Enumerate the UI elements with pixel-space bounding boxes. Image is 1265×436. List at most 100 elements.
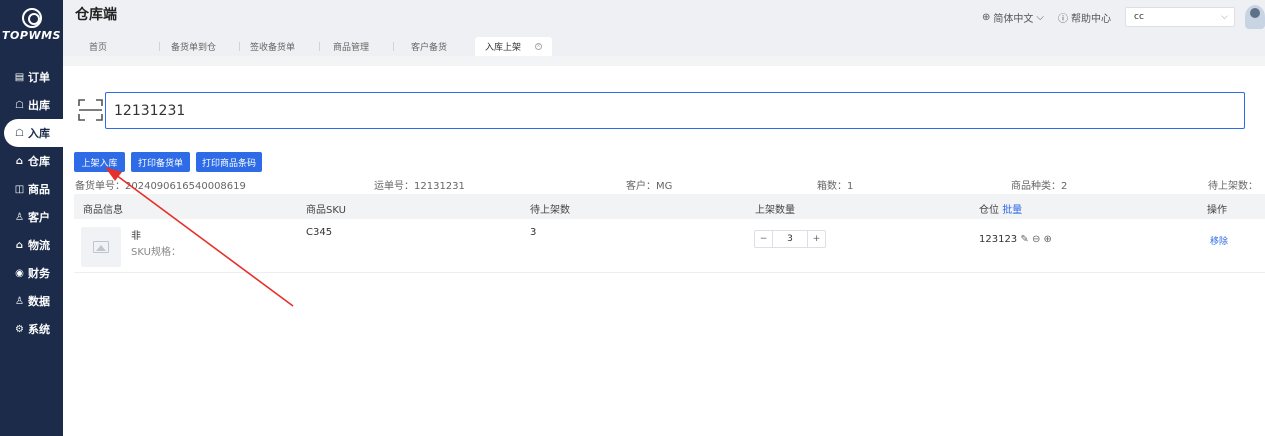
tab-bar: 首页 备货单到仓 签收备货单 商品管理 客户备货 入库上架 ×: [63, 35, 1265, 56]
pending-putaway-count: 待上架数：: [1208, 181, 1258, 192]
sidebar-item-label: 客户: [28, 211, 50, 224]
system-icon: ⚙: [15, 323, 24, 335]
product-icon: ◫: [14, 183, 25, 195]
finance-icon: ◉: [15, 267, 24, 279]
sku-type-count: 商品种类：2: [1011, 181, 1068, 192]
help-center-link[interactable]: ⓘ 帮助中心: [1058, 10, 1111, 25]
language-label: 简体中文: [993, 13, 1034, 25]
user-select-value: cc: [1134, 12, 1144, 22]
chevron-down-icon: ⌵: [1221, 12, 1228, 22]
tab-label: 入库上架: [485, 43, 522, 53]
col-product-info: 商品信息: [83, 205, 123, 216]
sidebar-item-logistics[interactable]: ⌂ 物流: [0, 231, 63, 259]
logo: TOPWMS: [0, 8, 63, 42]
product-image-placeholder: [81, 227, 121, 267]
chevron-down-icon: ⌵: [1036, 11, 1044, 23]
warehouse-icon: ⌂: [15, 155, 24, 167]
tab-divider: [319, 42, 320, 51]
logo-icon: [21, 8, 42, 28]
header-actions: ⊕ 简体中文 ⌵ ⓘ 帮助中心 cc ⌵: [982, 5, 1265, 29]
sidebar-item-label: 数据: [28, 295, 50, 308]
putaway-qty-stepper[interactable]: − 3 +: [754, 230, 826, 248]
tab-label: 客户备货: [411, 43, 448, 53]
tab-customer-stock[interactable]: 客户备货: [401, 37, 457, 56]
top-header: 仓库端 ⊕ 简体中文 ⌵ ⓘ 帮助中心 cc ⌵: [63, 0, 1265, 35]
tab-home[interactable]: 首页: [79, 37, 117, 56]
tab-label: 签收备货单: [250, 43, 296, 53]
tab-label: 商品管理: [333, 43, 370, 53]
sidebar-nav: ▤ 订单 ☖ 出库 ☖ 入库 ⌂ 仓库 ◫ 商品 ♙ 客户 ⌂ 物流 ◉ 财务 ♙ 数据 ⚙ 系统: [0, 63, 63, 343]
tab-inbound-putaway[interactable]: 入库上架 ×: [475, 37, 553, 56]
sidebar-item-data[interactable]: ♙ 数据: [0, 287, 63, 315]
customer-icon: ♙: [15, 211, 24, 223]
sidebar-item-outbound[interactable]: ☖ 出库: [0, 91, 63, 119]
product-sku: C345: [306, 227, 333, 238]
col-pending-qty: 待上架数: [530, 205, 570, 216]
putaway-button[interactable]: 上架入库: [74, 152, 125, 172]
minus-circle-icon[interactable]: ⊖: [1032, 234, 1040, 245]
box-count: 箱数：1: [817, 181, 854, 192]
sidebar-item-order[interactable]: ▤ 订单: [0, 63, 63, 91]
content-divider: [63, 56, 1265, 66]
sidebar-item-customer[interactable]: ♙ 客户: [0, 203, 63, 231]
plus-circle-icon[interactable]: ⊕: [1044, 234, 1052, 245]
language-switcher[interactable]: ⊕ 简体中文 ⌵: [982, 10, 1044, 25]
help-icon: ⓘ: [1058, 13, 1068, 25]
tab-stock-arrival[interactable]: 备货单到仓: [161, 37, 226, 56]
batch-location-link[interactable]: 批量: [1002, 205, 1022, 216]
logistics-icon: ⌂: [15, 239, 24, 251]
image-icon: [93, 241, 109, 253]
sidebar-item-label: 入库: [28, 127, 50, 140]
col-location: 仓位 批量: [979, 201, 1022, 216]
sidebar-item-product[interactable]: ◫ 商品: [0, 175, 63, 203]
avatar[interactable]: [1245, 5, 1265, 29]
edit-icon[interactable]: ✎: [1020, 234, 1028, 245]
order-info-row: 备货单号：2024090616540008619 运单号：12131231 客户…: [75, 177, 1265, 192]
putaway-table: 商品信息 商品SKU 待上架数 上架数量 仓位 批量 操作 非 SKU规格： C…: [74, 194, 1265, 273]
outbound-icon: ☖: [15, 99, 24, 111]
location-value: 123123 ✎ ⊖ ⊕: [979, 234, 1052, 245]
inbound-icon: ☖: [15, 127, 24, 139]
tab-sign-stock[interactable]: 签收备货单: [240, 37, 305, 56]
sidebar: TOPWMS ▤ 订单 ☖ 出库 ☖ 入库 ⌂ 仓库 ◫ 商品 ♙ 客户 ⌂ 物流 ◉ 财务 ♙…: [0, 0, 63, 436]
table-row: 非 SKU规格： C345 3 − 3 + 123123 ✎ ⊖ ⊕ 移除: [74, 219, 1265, 273]
sidebar-item-label: 商品: [28, 183, 50, 196]
sidebar-item-inbound[interactable]: ☖ 入库: [4, 119, 63, 147]
sidebar-item-label: 财务: [28, 267, 50, 280]
globe-icon: ⊕: [982, 11, 991, 23]
data-icon: ♙: [15, 295, 24, 307]
tab-product-management[interactable]: 商品管理: [323, 37, 379, 56]
stock-order-number: 备货单号：2024090616540008619: [75, 181, 246, 192]
sidebar-item-label: 物流: [28, 239, 50, 252]
close-icon[interactable]: ×: [535, 43, 543, 50]
sidebar-item-finance[interactable]: ◉ 财务: [0, 259, 63, 287]
sidebar-item-label: 系统: [28, 323, 50, 336]
tab-divider: [159, 42, 160, 51]
print-barcode-button[interactable]: 打印商品条码: [196, 152, 262, 172]
decrement-button[interactable]: −: [755, 231, 772, 247]
col-location-label: 仓位: [979, 205, 999, 216]
sidebar-item-system[interactable]: ⚙ 系统: [0, 315, 63, 343]
col-sku: 商品SKU: [306, 205, 346, 216]
app-title: 仓库端: [75, 7, 117, 23]
increment-button[interactable]: +: [808, 231, 825, 247]
pending-qty: 3: [530, 227, 537, 238]
sidebar-item-label: 订单: [28, 71, 50, 84]
col-putaway-qty: 上架数量: [755, 205, 795, 216]
scan-icon[interactable]: [78, 99, 103, 121]
product-name: 非: [131, 231, 141, 242]
print-stock-order-button[interactable]: 打印备货单: [131, 152, 190, 172]
main-content: 上架入库 打印备货单 打印商品条码 备货单号：20240906165400086…: [63, 56, 1265, 436]
logo-text: TOPWMS: [2, 29, 61, 42]
tab-label: 备货单到仓: [171, 43, 217, 53]
scan-input[interactable]: [105, 92, 1245, 129]
product-spec: SKU规格：: [131, 247, 181, 258]
remove-link[interactable]: 移除: [1210, 234, 1228, 247]
sidebar-item-warehouse[interactable]: ⌂ 仓库: [0, 147, 63, 175]
sidebar-item-label: 出库: [28, 99, 50, 112]
sidebar-item-label: 仓库: [28, 155, 50, 168]
tab-label: 首页: [89, 43, 108, 53]
order-icon: ▤: [14, 71, 25, 83]
putaway-qty-value[interactable]: 3: [772, 231, 808, 247]
user-select[interactable]: cc ⌵: [1125, 7, 1235, 27]
